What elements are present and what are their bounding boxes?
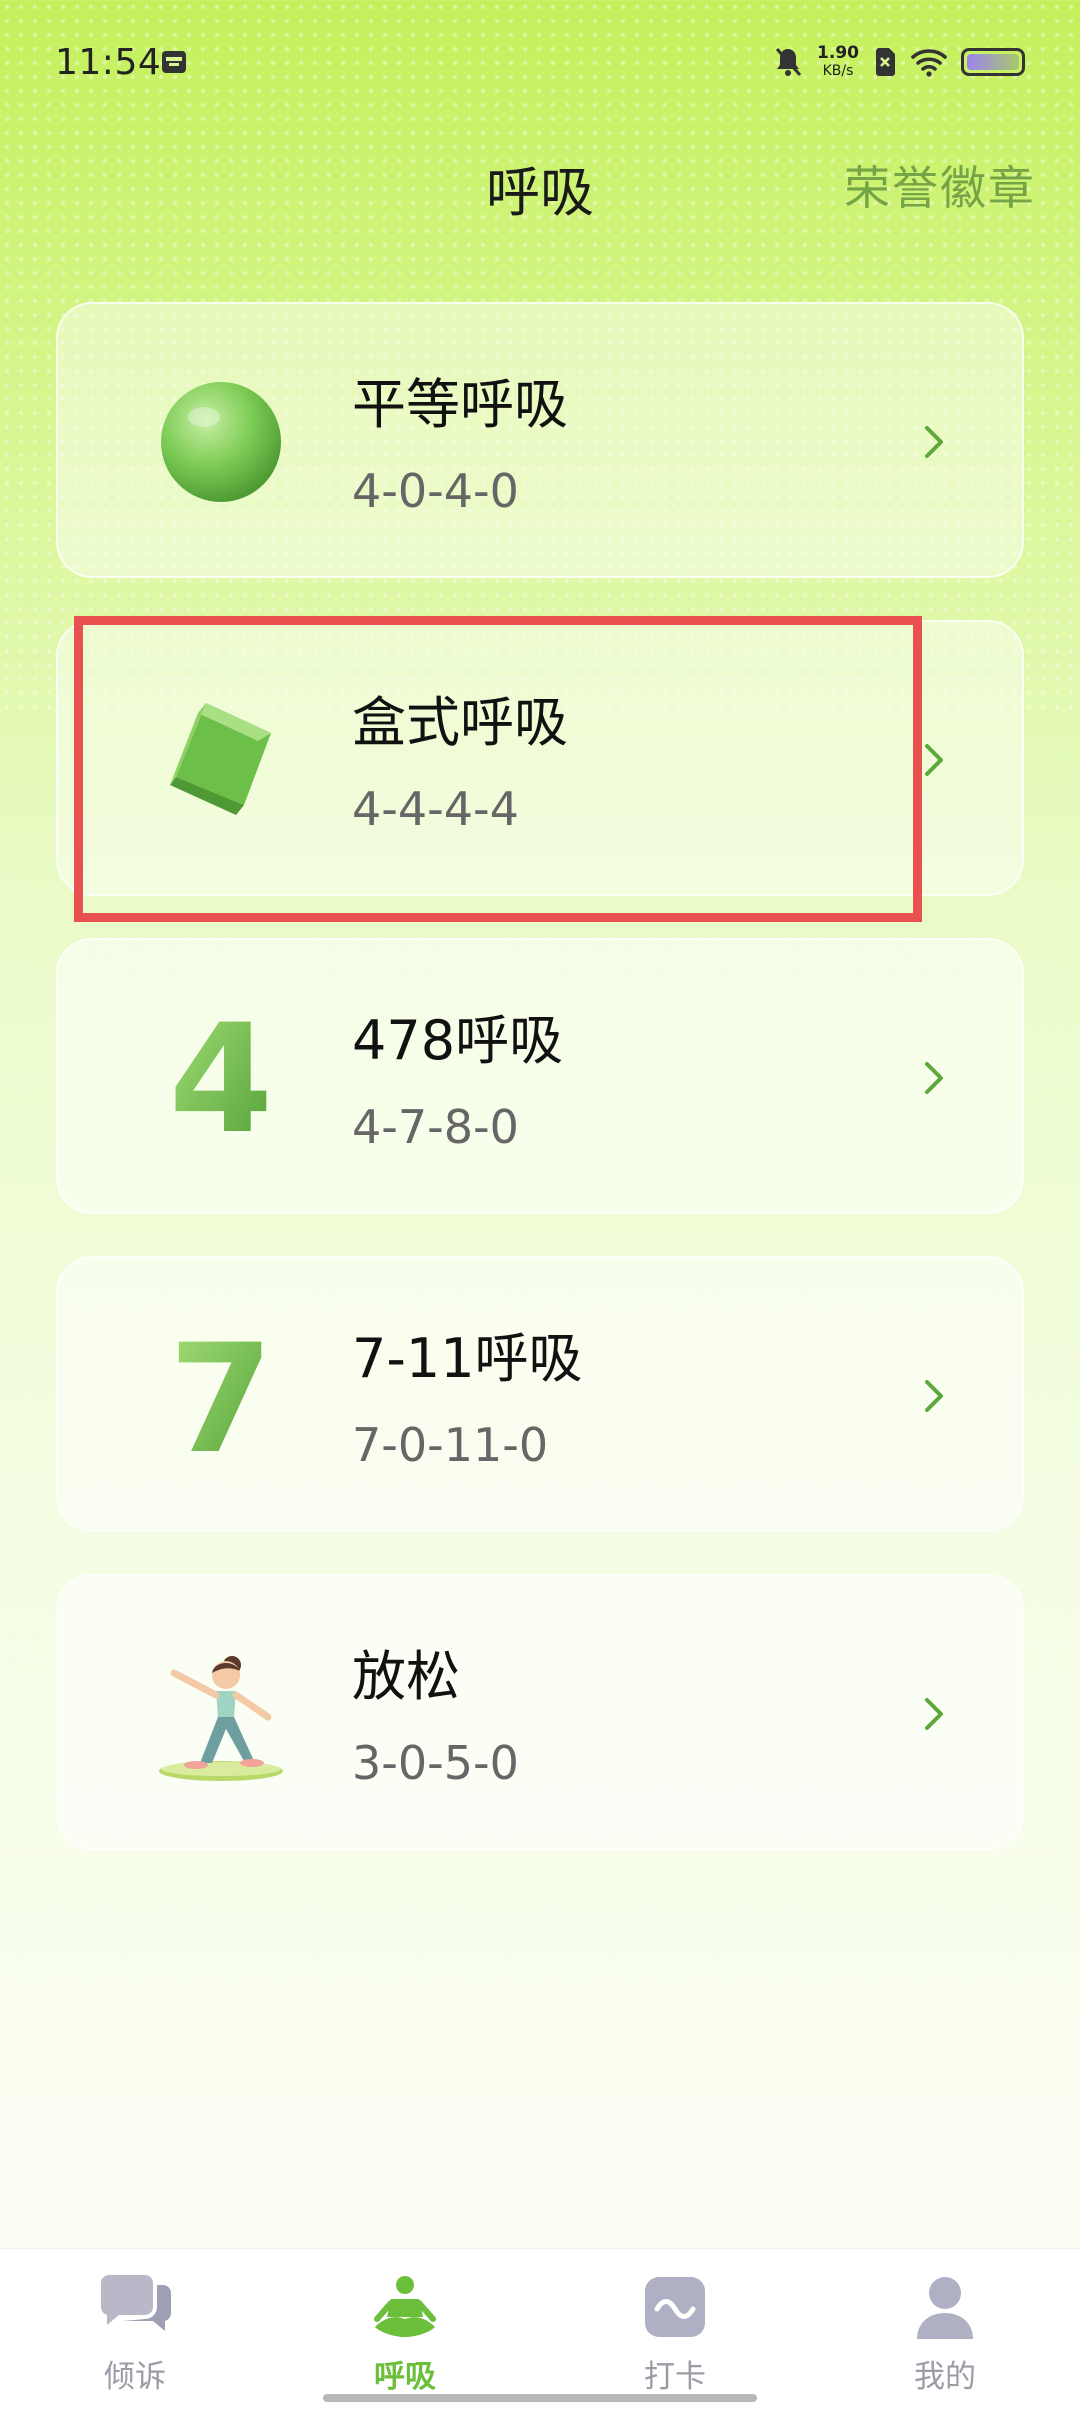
network-speed-unit: KB/s — [822, 63, 854, 79]
card-pattern: 4-4-4-4 — [352, 782, 519, 836]
card-title: 7-11呼吸 — [352, 1327, 583, 1390]
card-title: 放松 — [352, 1645, 460, 1708]
breathing-card-equal[interactable]: 平等呼吸 4-0-4-0 — [56, 302, 1024, 578]
nav-tab-talk[interactable]: 倾诉 — [60, 2273, 210, 2396]
nav-tab-breathe[interactable]: 呼吸 — [330, 2273, 480, 2396]
nav-label: 我的 — [914, 2359, 976, 2395]
card-pattern: 4-0-4-0 — [352, 464, 519, 518]
green-sphere-icon — [161, 382, 281, 502]
green-cube-icon — [170, 703, 271, 815]
card-title: 平等呼吸 — [352, 373, 568, 436]
wifi-icon — [911, 49, 947, 77]
mute-notification-icon — [775, 48, 802, 76]
network-speed-value: 1.90 — [817, 43, 859, 63]
nav-tab-checkin[interactable]: 打卡 — [600, 2273, 750, 2396]
chat-bubbles-icon — [100, 2275, 172, 2331]
meditation-icon — [374, 2276, 436, 2337]
card-pattern: 3-0-5-0 — [352, 1736, 519, 1790]
breathing-card-relax[interactable]: 放松 3-0-5-0 — [56, 1574, 1024, 1850]
home-indicator[interactable] — [323, 2394, 757, 2402]
nav-tab-profile[interactable]: 我的 — [870, 2273, 1020, 2396]
battery-level — [967, 54, 1019, 70]
status-bar: 11:54 1.90 KB/s — [0, 0, 1080, 120]
honor-badges-link[interactable]: 荣誉徽章 — [844, 152, 1036, 218]
number-seven-icon: 7 — [169, 1321, 273, 1471]
nav-label: 呼吸 — [374, 2359, 436, 2395]
chevron-right-icon — [925, 744, 943, 776]
no-sim-icon — [876, 48, 895, 76]
card-pattern: 4-7-8-0 — [352, 1100, 519, 1154]
svg-text:4: 4 — [169, 1003, 273, 1153]
battery-icon — [961, 48, 1025, 76]
profile-icon — [917, 2277, 973, 2339]
chevron-right-icon — [925, 1062, 943, 1094]
chevron-right-icon — [925, 426, 943, 458]
yoga-girl-icon — [159, 1656, 283, 1781]
svg-text:7: 7 — [169, 1321, 273, 1471]
network-speed: 1.90 KB/s — [817, 44, 859, 80]
nav-label: 倾诉 — [104, 2359, 166, 2395]
number-four-icon: 4 — [169, 1003, 273, 1153]
breathing-card-478[interactable]: 4 478呼吸 4-7-8-0 — [56, 938, 1024, 1214]
card-pattern: 7-0-11-0 — [352, 1418, 549, 1472]
breathing-card-box[interactable]: 盒式呼吸 4-4-4-4 — [56, 620, 1024, 896]
card-title: 478呼吸 — [352, 1009, 564, 1072]
checkin-wave-icon — [645, 2277, 705, 2337]
card-title: 盒式呼吸 — [352, 691, 568, 754]
calendar-app-icon — [162, 51, 186, 73]
nav-label: 打卡 — [644, 2359, 706, 2395]
bottom-nav: 倾诉 呼吸 打卡 我的 — [0, 2248, 1080, 2409]
chevron-right-icon — [925, 1380, 943, 1412]
chevron-right-icon — [925, 1698, 943, 1730]
breathing-card-7-11[interactable]: 7 7-11呼吸 7-0-11-0 — [56, 1256, 1024, 1532]
status-time: 11:54 — [55, 42, 162, 83]
